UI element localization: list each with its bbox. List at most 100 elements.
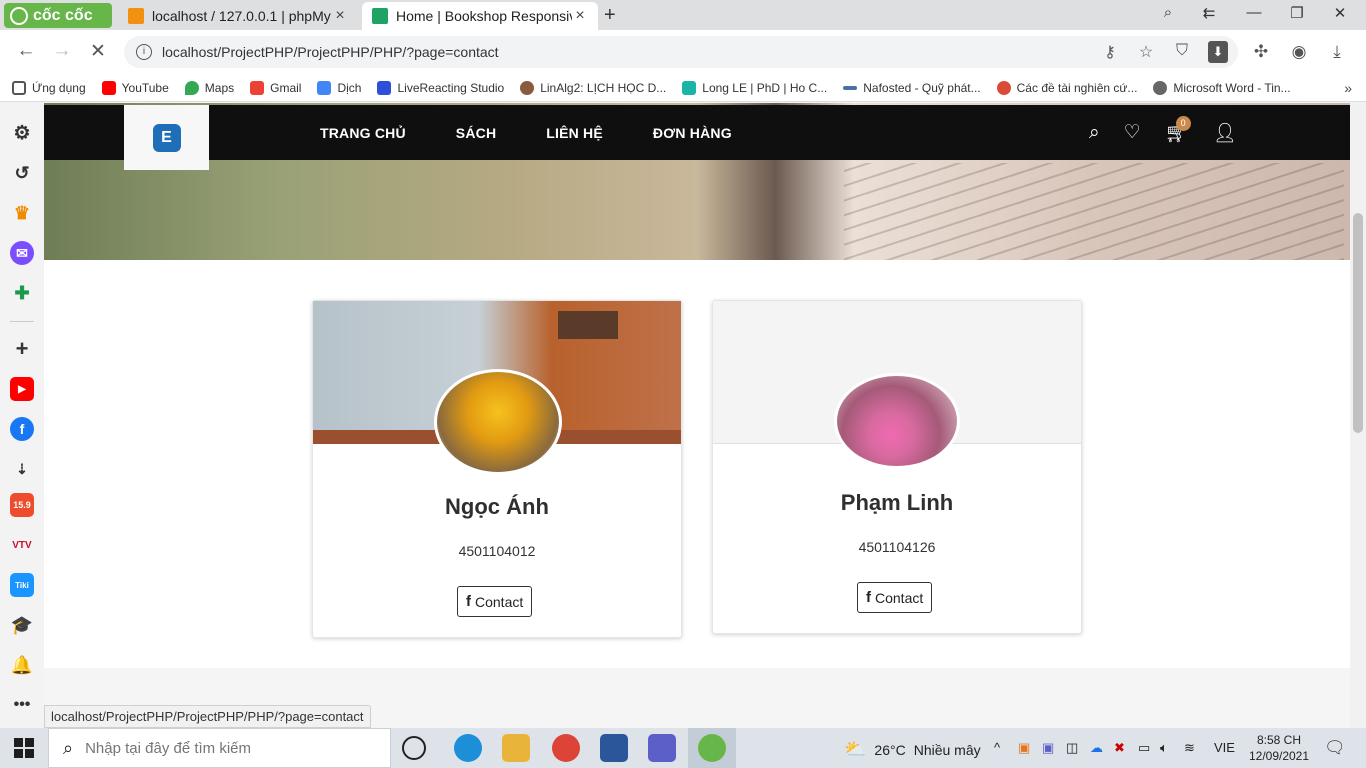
- crown-icon[interactable]: ♛: [10, 201, 34, 225]
- education-icon[interactable]: 🎓: [10, 613, 34, 637]
- add-panel-icon[interactable]: +: [10, 336, 34, 361]
- shopee-icon[interactable]: 15.9: [10, 493, 34, 517]
- notification-center-icon[interactable]: 🗨︎: [1324, 738, 1346, 758]
- menu-home[interactable]: TRANG CHỦ: [320, 125, 406, 141]
- youtube-icon[interactable]: ▶: [10, 377, 34, 401]
- history-icon[interactable]: ↺: [10, 161, 34, 185]
- logo-badge-icon: E: [152, 123, 181, 152]
- camera-icon[interactable]: ◫: [1066, 740, 1078, 756]
- tab-phpmyadmin[interactable]: localhost / 127.0.0.1 | phpMy ×: [118, 2, 358, 30]
- browser-menu-button[interactable]: cốc cốc: [4, 3, 112, 28]
- teams-icon[interactable]: [648, 734, 676, 762]
- tab-search-icon[interactable]: ⌕: [1158, 4, 1178, 21]
- tab-bookshop[interactable]: Home | Bookshop Responsive ×: [362, 2, 598, 30]
- teams-tray-icon[interactable]: ▣: [1042, 740, 1054, 756]
- profile-icon[interactable]: ◉: [1288, 42, 1310, 62]
- coccoc-logo-icon: [10, 6, 28, 25]
- youtube-icon: [101, 80, 116, 95]
- contact-button[interactable]: f Contact: [857, 582, 933, 613]
- downloads-icon[interactable]: ⤓: [1326, 42, 1348, 62]
- maps-pin-icon: [184, 80, 199, 95]
- bookmark-linalg2[interactable]: LinAlg2: LỊCH HỌC D...: [520, 80, 666, 95]
- bookmark-microsoft-word[interactable]: Microsoft Word - Tin...: [1153, 80, 1291, 95]
- back-button[interactable]: ←: [14, 40, 38, 62]
- gamepad-icon[interactable]: ✚: [10, 281, 34, 305]
- more-icon[interactable]: •••: [10, 693, 34, 717]
- battery-icon[interactable]: ▭: [1138, 740, 1150, 756]
- link-status-bar: localhost/ProjectPHP/ProjectPHP/PHP/?pag…: [44, 705, 371, 728]
- taskbar-active-app[interactable]: [688, 728, 736, 768]
- apps-grid-icon: [12, 80, 26, 95]
- contact-button[interactable]: f Contact: [457, 586, 533, 617]
- bookmark-nafosted[interactable]: Nafosted - Quỹ phát...: [843, 81, 981, 95]
- minimize-button[interactable]: —: [1244, 4, 1264, 21]
- bookmark-youtube[interactable]: YouTube: [101, 80, 169, 95]
- file-explorer-icon[interactable]: [502, 734, 530, 762]
- chrome-icon[interactable]: [552, 734, 580, 762]
- menu-orders[interactable]: ĐƠN HÀNG: [653, 125, 732, 141]
- network-warning-icon[interactable]: ✖: [1114, 740, 1125, 756]
- user-account-icon[interactable]: 👤︎: [1213, 121, 1237, 145]
- bookmarks-bar: Ứng dụng YouTube Maps Gmail Dịch LiveRea…: [0, 74, 1366, 102]
- messenger-icon[interactable]: ✉: [10, 241, 34, 265]
- taskbar-search-input[interactable]: [85, 739, 366, 757]
- restore-button[interactable]: ❐: [1287, 4, 1307, 22]
- site-logo[interactable]: E: [124, 105, 209, 170]
- page-scrollbar[interactable]: [1350, 103, 1366, 728]
- task-view-icon[interactable]: [402, 736, 426, 760]
- bookmark-translate[interactable]: Dịch: [317, 80, 361, 95]
- close-tab-icon[interactable]: ×: [572, 7, 588, 25]
- menu-books[interactable]: SÁCH: [456, 125, 496, 141]
- new-tab-button[interactable]: +: [604, 4, 616, 27]
- xampp-icon[interactable]: ▣: [1018, 740, 1030, 756]
- bookmark-livereacting[interactable]: LiveReacting Studio: [377, 80, 504, 95]
- clock-date: 12/09/2021: [1248, 749, 1310, 763]
- edge-icon[interactable]: [454, 734, 482, 762]
- url-input[interactable]: [162, 44, 962, 60]
- cart-icon[interactable]: 🛒︎ 0: [1165, 115, 1191, 145]
- input-language[interactable]: VIE: [1214, 740, 1235, 755]
- wishlist-heart-icon[interactable]: ♡: [1124, 121, 1141, 144]
- menu-contact[interactable]: LIÊN HỆ: [546, 125, 603, 141]
- sidebar-toggle-icon[interactable]: ⇇: [1199, 4, 1219, 22]
- close-tab-icon[interactable]: ×: [332, 7, 348, 25]
- bookmarks-overflow-icon[interactable]: »: [1344, 80, 1352, 96]
- temperature: 26°C: [874, 741, 906, 758]
- forward-button[interactable]: →: [50, 40, 74, 62]
- bookmark-gmail[interactable]: Gmail: [250, 80, 301, 95]
- bookmark-maps[interactable]: Maps: [184, 80, 234, 95]
- download-icon[interactable]: ⇣: [10, 457, 34, 481]
- shield-icon[interactable]: ⛉: [1172, 42, 1192, 60]
- wifi-icon[interactable]: ≋: [1184, 740, 1195, 756]
- bookmark-star-icon[interactable]: ☆: [1136, 42, 1156, 62]
- globe-icon: [1153, 80, 1168, 95]
- windows-start-icon[interactable]: [14, 738, 34, 758]
- weather-widget[interactable]: ⛅ 26°C Nhiều mây: [844, 739, 981, 760]
- volume-icon[interactable]: 🔈︎: [1160, 740, 1168, 756]
- word-icon[interactable]: [600, 734, 628, 762]
- scrollbar-thumb[interactable]: [1353, 213, 1363, 433]
- address-bar[interactable]: i: [124, 36, 1238, 68]
- download-page-icon[interactable]: ⬇: [1208, 41, 1228, 63]
- tray-overflow-icon[interactable]: ^: [994, 740, 1000, 755]
- facebook-icon[interactable]: f: [10, 417, 34, 441]
- system-clock[interactable]: 8:58 CH 12/09/2021: [1244, 732, 1314, 764]
- taskbar-search[interactable]: ⌕: [48, 728, 391, 768]
- onedrive-icon[interactable]: ☁: [1090, 740, 1103, 756]
- bookmark-long-le[interactable]: Long LE | PhD | Ho C...: [682, 80, 827, 95]
- livereacting-icon: [377, 80, 392, 95]
- vtv-icon[interactable]: VTV: [10, 533, 34, 557]
- stop-loading-button[interactable]: ✕: [86, 40, 110, 63]
- facebook-icon: f: [866, 589, 871, 606]
- notification-bell-icon[interactable]: 🔔: [10, 653, 34, 677]
- settings-gear-icon[interactable]: ⚙: [10, 121, 34, 145]
- site-info-icon[interactable]: i: [136, 44, 152, 60]
- close-window-button[interactable]: ✕: [1330, 4, 1350, 22]
- translate-icon: [317, 80, 332, 95]
- key-icon[interactable]: ⚷: [1100, 42, 1120, 62]
- search-icon[interactable]: ⌕: [1089, 122, 1100, 144]
- bookmark-research-topics[interactable]: Các đề tài nghiên cứ...: [996, 80, 1137, 95]
- bookmark-apps[interactable]: Ứng dụng: [12, 80, 86, 95]
- extensions-icon[interactable]: ✣: [1250, 42, 1272, 62]
- tiki-icon[interactable]: Tiki: [10, 573, 34, 597]
